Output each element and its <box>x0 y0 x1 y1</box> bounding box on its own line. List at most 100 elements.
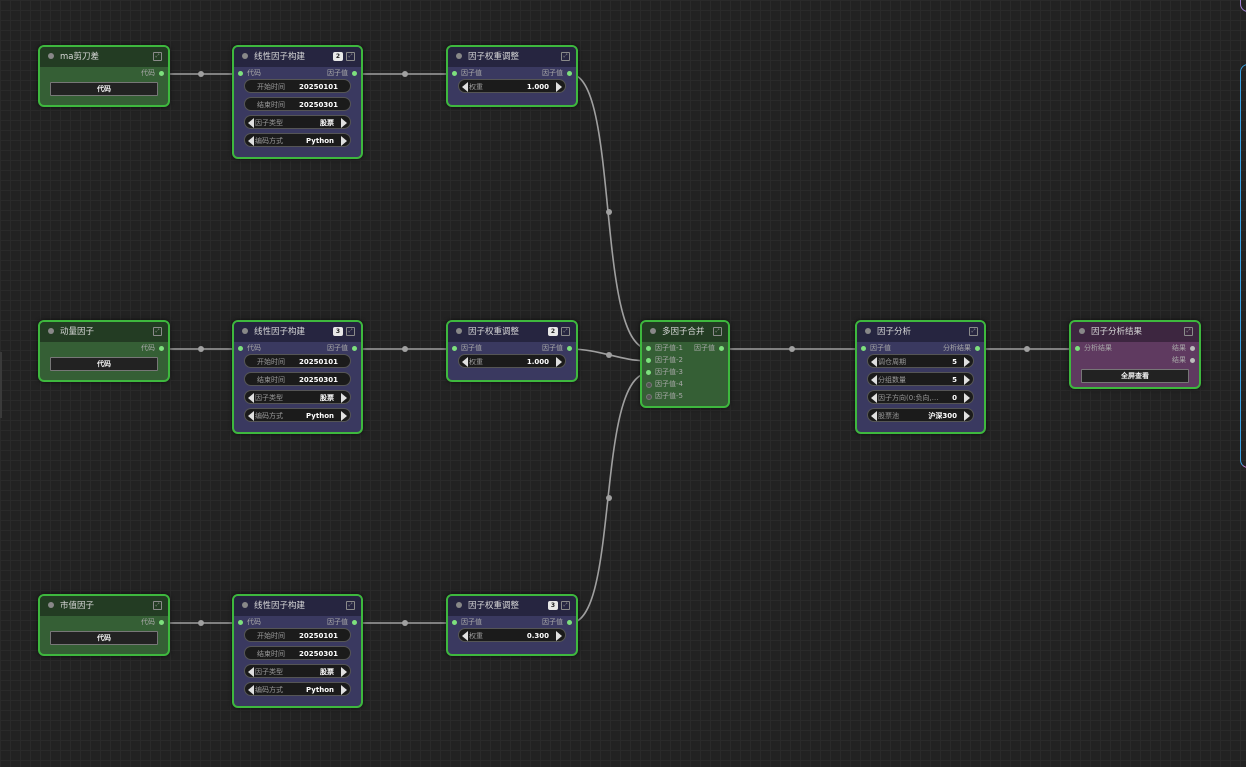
node-linear-factor-3[interactable]: 线性因子构建 ⤢ 代码 因子值 开始时间 20250101 结束时间 2025030… <box>232 594 363 708</box>
node-weight-adjust-2[interactable]: 因子权重调整 2 ⤢ 因子值 因子值 权重 1.000 <box>446 320 578 382</box>
input-port[interactable] <box>238 70 243 76</box>
arrow-right-icon[interactable] <box>964 411 970 421</box>
code-button[interactable]: 代码 <box>50 357 158 371</box>
output-port[interactable] <box>567 70 572 76</box>
input-slot[interactable]: 因子值-4 <box>642 378 728 390</box>
arrow-right-icon[interactable] <box>341 411 347 421</box>
stock-pool-select[interactable]: 股票池 沪深300 <box>867 408 974 422</box>
arrow-left-icon[interactable] <box>248 685 254 695</box>
arrow-left-icon[interactable] <box>462 631 468 641</box>
node-title-bar[interactable]: 线性因子构建 ⤢ <box>234 596 361 616</box>
encoding-select[interactable]: 编码方式 Python <box>244 682 351 696</box>
input-port[interactable] <box>646 381 652 388</box>
arrow-left-icon[interactable] <box>871 393 877 403</box>
input-port[interactable] <box>646 369 651 375</box>
node-title-bar[interactable]: 因子分析 ⤢ <box>857 322 984 342</box>
io-slot[interactable]: 因子值-1 因子值 <box>642 342 728 354</box>
arrow-right-icon[interactable] <box>964 357 970 367</box>
node-title-bar[interactable]: 动量因子 ⤢ <box>40 322 168 342</box>
code-button[interactable]: 代码 <box>50 631 158 645</box>
arrow-right-icon[interactable] <box>341 118 347 128</box>
arrow-right-icon[interactable] <box>556 357 562 367</box>
encoding-select[interactable]: 编码方式 Python <box>244 408 351 422</box>
arrow-left-icon[interactable] <box>248 393 254 403</box>
node-analysis-result[interactable]: 因子分析结果 ⤢ 分析结果 结果 结果 全屏查看 <box>1069 320 1201 389</box>
collapse-icon[interactable]: ⤢ <box>153 327 162 336</box>
input-port[interactable] <box>646 345 651 351</box>
arrow-right-icon[interactable] <box>341 667 347 677</box>
arrow-right-icon[interactable] <box>341 393 347 403</box>
output-port[interactable] <box>159 345 164 351</box>
encoding-select[interactable]: 编码方式 Python <box>244 133 351 147</box>
node-title-bar[interactable]: 线性因子构建 3 ⤢ <box>234 322 361 342</box>
collapse-icon[interactable]: ⤢ <box>153 52 162 61</box>
group-count-stepper[interactable]: 分组数量 5 <box>867 372 974 386</box>
io-slot[interactable]: 代码 因子值 <box>234 67 361 79</box>
output-port[interactable] <box>567 345 572 351</box>
output-slot[interactable]: 代码 <box>40 67 168 79</box>
io-slot[interactable]: 因子值 因子值 <box>448 616 576 628</box>
input-slot[interactable]: 因子值-2 <box>642 354 728 366</box>
end-date-field[interactable]: 结束时间 20250301 <box>244 646 351 660</box>
arrow-right-icon[interactable] <box>556 631 562 641</box>
output-port[interactable] <box>159 70 164 76</box>
arrow-left-icon[interactable] <box>248 136 254 146</box>
output-port[interactable] <box>719 345 724 351</box>
node-title-bar[interactable]: 线性因子构建 2 ⤢ <box>234 47 361 67</box>
collapse-icon[interactable]: ⤢ <box>346 327 355 336</box>
factor-type-select[interactable]: 因子类型 股票 <box>244 115 351 129</box>
node-multi-factor-merge[interactable]: 多因子合并 ⤢ 因子值-1 因子值 因子值-2 因子值-3 因子值-4 因子值-… <box>640 320 730 408</box>
collapse-icon[interactable]: ⤢ <box>561 327 570 336</box>
output-slot[interactable]: 代码 <box>40 616 168 628</box>
node-linear-factor-2[interactable]: 线性因子构建 3 ⤢ 代码 因子值 开始时间 20250101 结束时间 20250… <box>232 320 363 434</box>
arrow-right-icon[interactable] <box>556 82 562 92</box>
node-ma-cross[interactable]: ma剪刀差 ⤢ 代码 代码 <box>38 45 170 107</box>
output-port[interactable] <box>352 70 357 76</box>
start-date-field[interactable]: 开始时间 20250101 <box>244 79 351 93</box>
node-title-bar[interactable]: 因子权重调整 2 ⤢ <box>448 322 576 342</box>
node-factor-analysis[interactable]: 因子分析 ⤢ 因子值 分析结果 调仓周期 5 分组数量 5 因子方向(0:负向,..… <box>855 320 986 434</box>
factor-direction-stepper[interactable]: 因子方向(0:负向,... 0 <box>867 390 974 404</box>
output-slot[interactable]: 代码 <box>40 342 168 354</box>
node-title-bar[interactable]: ma剪刀差 ⤢ <box>40 47 168 67</box>
arrow-left-icon[interactable] <box>871 411 877 421</box>
output-port[interactable] <box>975 345 980 351</box>
io-slot[interactable]: 因子值 因子值 <box>448 67 576 79</box>
input-port[interactable] <box>452 70 457 76</box>
collapse-icon[interactable]: ⤢ <box>346 601 355 610</box>
output-port[interactable] <box>567 619 572 625</box>
node-linear-factor-1[interactable]: 线性因子构建 2 ⤢ 代码 因子值 开始时间 20250101 结束时间 20250… <box>232 45 363 159</box>
arrow-left-icon[interactable] <box>248 411 254 421</box>
output-port[interactable] <box>159 619 164 625</box>
collapse-icon[interactable]: ⤢ <box>713 327 722 336</box>
collapse-icon[interactable]: ⤢ <box>969 327 978 336</box>
start-date-field[interactable]: 开始时间 20250101 <box>244 354 351 368</box>
weight-stepper[interactable]: 权重 1.000 <box>458 354 566 368</box>
arrow-right-icon[interactable] <box>341 685 347 695</box>
start-date-field[interactable]: 开始时间 20250101 <box>244 628 351 642</box>
weight-stepper[interactable]: 权重 1.000 <box>458 79 566 93</box>
input-port[interactable] <box>1075 345 1080 351</box>
io-slot[interactable]: 代码 因子值 <box>234 342 361 354</box>
arrow-right-icon[interactable] <box>964 375 970 385</box>
arrow-left-icon[interactable] <box>462 82 468 92</box>
output-port[interactable] <box>352 619 357 625</box>
node-title-bar[interactable]: 多因子合并 ⤢ <box>642 322 728 342</box>
output-slot[interactable]: 结果 <box>1071 354 1199 366</box>
input-port[interactable] <box>238 345 243 351</box>
collapse-icon[interactable]: ⤢ <box>346 52 355 61</box>
arrow-right-icon[interactable] <box>964 393 970 403</box>
io-slot[interactable]: 因子值 因子值 <box>448 342 576 354</box>
output-port[interactable] <box>1190 345 1195 351</box>
collapse-icon[interactable]: ⤢ <box>561 52 570 61</box>
rebalance-period-stepper[interactable]: 调仓周期 5 <box>867 354 974 368</box>
node-weight-adjust-3[interactable]: 因子权重调整 3 ⤢ 因子值 因子值 权重 0.300 <box>446 594 578 656</box>
node-title-bar[interactable]: 因子权重调整 3 ⤢ <box>448 596 576 616</box>
collapse-icon[interactable]: ⤢ <box>561 601 570 610</box>
node-weight-adjust-1[interactable]: 因子权重调整 ⤢ 因子值 因子值 权重 1.000 <box>446 45 578 107</box>
output-port[interactable] <box>1190 357 1195 363</box>
output-port[interactable] <box>352 345 357 351</box>
input-slot[interactable]: 因子值-5 <box>642 390 728 402</box>
arrow-left-icon[interactable] <box>462 357 468 367</box>
node-market-cap[interactable]: 市值因子 ⤢ 代码 代码 <box>38 594 170 656</box>
